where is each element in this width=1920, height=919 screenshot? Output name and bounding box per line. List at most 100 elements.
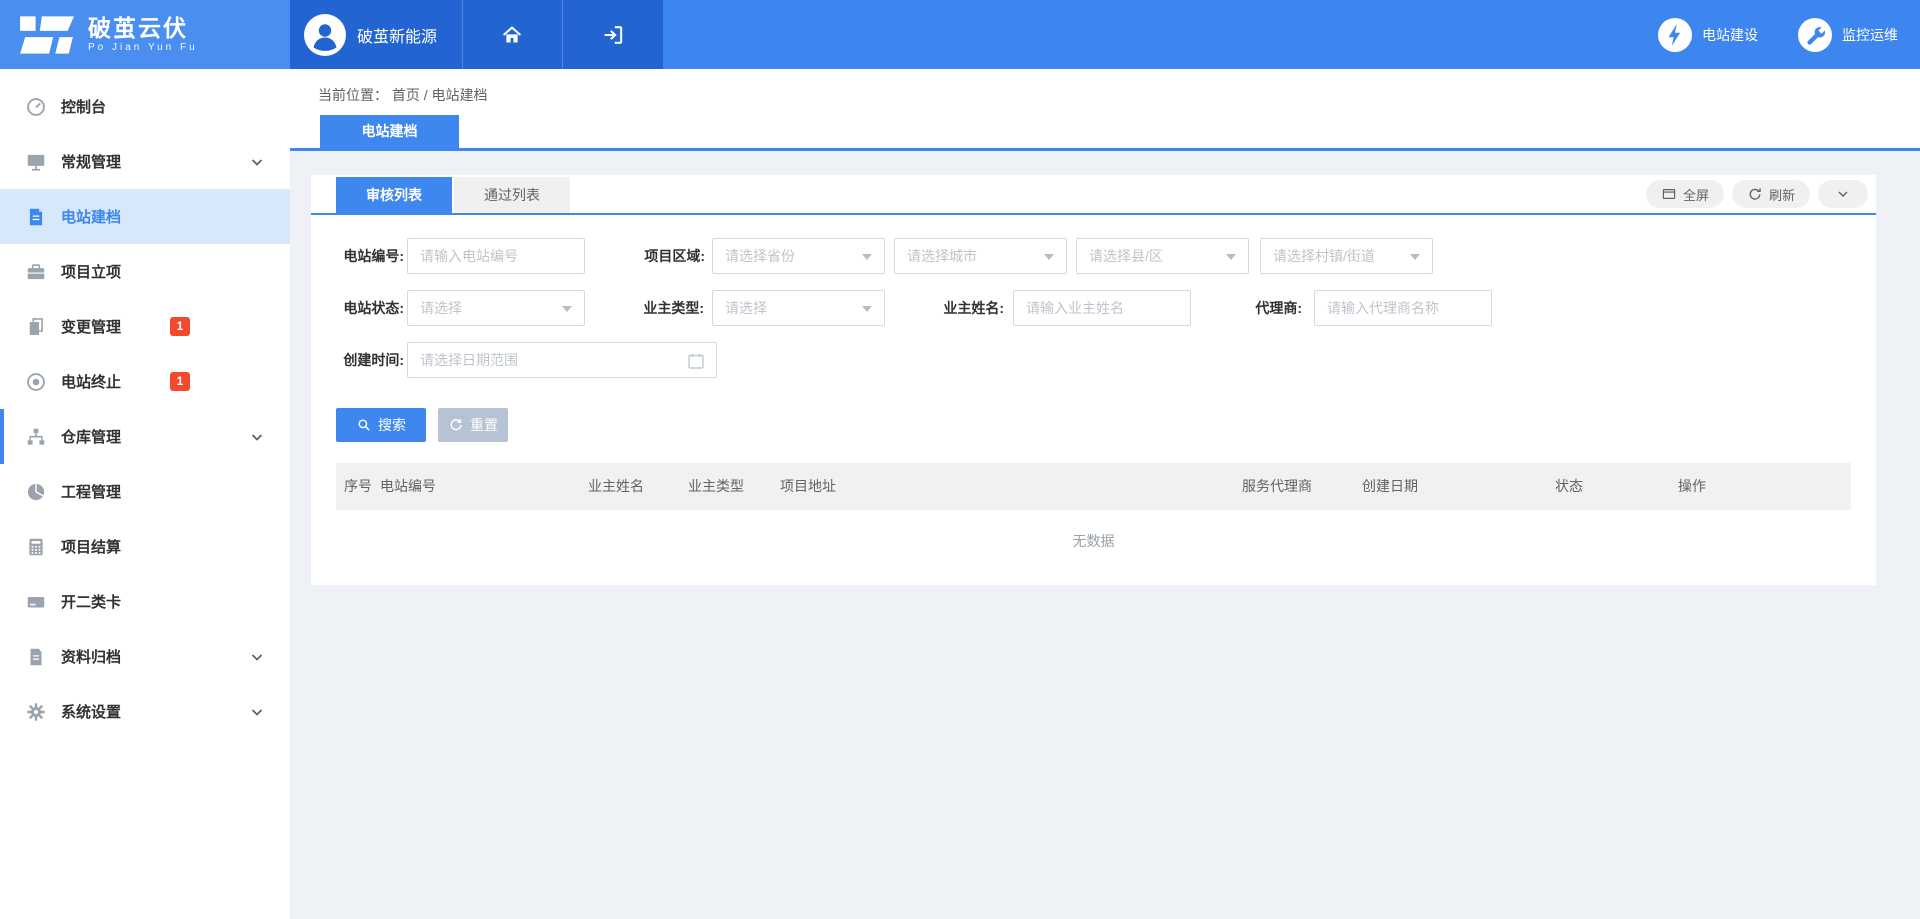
sidebar-item-general-management[interactable]: 常规管理	[0, 134, 290, 189]
card-icon	[25, 591, 47, 613]
monitor-icon	[25, 151, 47, 173]
sidebar-item-label: 开二类卡	[61, 591, 121, 612]
owner-name-label: 业主姓名:	[934, 290, 1004, 326]
module-label: 电站建设	[1702, 25, 1758, 45]
tab-review-list[interactable]: 审核列表	[336, 177, 452, 213]
caret-down-icon	[862, 254, 872, 260]
sidebar-item-label: 项目立项	[61, 261, 121, 282]
column-header-service-agent: 服务代理商	[1242, 463, 1312, 510]
date-range-picker[interactable]: 请选择日期范围	[407, 342, 717, 378]
gear-icon	[25, 701, 47, 723]
owner-type-select[interactable]: 请选择	[712, 290, 885, 326]
panel-tools: 全屏 刷新	[1646, 180, 1868, 208]
archive-icon	[25, 646, 47, 668]
owner-name-input[interactable]	[1013, 290, 1191, 326]
search-label: 搜索	[378, 415, 406, 435]
app-screen: 破茧云伏 Po Jian Yun Fu 破茧新能源	[0, 0, 1920, 919]
caret-down-icon	[562, 306, 572, 312]
column-header-owner-type: 业主类型	[688, 463, 744, 510]
top-header: 破茧云伏 Po Jian Yun Fu 破茧新能源	[0, 0, 1920, 69]
tab-passed-list[interactable]: 通过列表	[454, 177, 570, 213]
refresh-button[interactable]: 刷新	[1732, 180, 1810, 208]
header-modules: 电站建设 监控运维	[1658, 0, 1920, 69]
brand-text: 破茧云伏 Po Jian Yun Fu	[88, 16, 198, 54]
module-station-construction[interactable]: 电站建设	[1658, 18, 1758, 52]
station-status-select[interactable]: 请选择	[407, 290, 585, 326]
dashboard-icon	[25, 96, 47, 118]
sidebar: 控制台 常规管理 电站建档 项目立项 变更管理 1	[0, 69, 290, 919]
sidebar-item-project-settlement[interactable]: 项目结算	[0, 519, 290, 574]
sidebar-item-label: 电站终止	[61, 371, 121, 392]
sidebar-item-label: 项目结算	[61, 536, 121, 557]
list-tabbar: 审核列表 通过列表	[311, 177, 1876, 215]
county-select-placeholder: 请选择县/区	[1077, 239, 1248, 273]
station-code-label: 电站编号:	[336, 238, 404, 274]
sidebar-item-label: 仓库管理	[61, 426, 121, 447]
column-header-created-date: 创建日期	[1362, 463, 1418, 510]
caret-down-icon	[1044, 254, 1054, 260]
chevron-down-icon	[250, 705, 264, 719]
sidebar-item-label: 常规管理	[61, 151, 121, 172]
sidebar-item-label: 工程管理	[61, 481, 121, 502]
sidebar-item-station-termination[interactable]: 电站终止 1	[0, 354, 290, 409]
refresh-icon	[1747, 186, 1763, 202]
county-select[interactable]: 请选择县/区	[1076, 238, 1249, 274]
page-tab-station-filing[interactable]: 电站建档	[320, 115, 459, 148]
reset-button[interactable]: 重置	[438, 408, 508, 442]
brand-title: 破茧云伏	[88, 16, 198, 41]
sidebar-item-open-class2-card[interactable]: 开二类卡	[0, 574, 290, 629]
sidebar-item-project-initiation[interactable]: 项目立项	[0, 244, 290, 299]
copy-icon	[25, 316, 47, 338]
chevron-down-icon	[250, 430, 264, 444]
sidebar-item-data-archive[interactable]: 资料归档	[0, 629, 290, 684]
notification-badge: 1	[170, 317, 190, 336]
sidebar-item-change-management[interactable]: 变更管理 1	[0, 299, 290, 354]
station-status-placeholder: 请选择	[408, 291, 584, 325]
fullscreen-icon	[1661, 186, 1677, 202]
record-icon	[25, 371, 47, 393]
module-label: 监控运维	[1842, 25, 1898, 45]
home-button[interactable]	[462, 0, 563, 69]
chevron-down-icon	[1835, 186, 1851, 202]
header-user-section: 破茧新能源	[290, 0, 663, 69]
brand-logo[interactable]: 破茧云伏 Po Jian Yun Fu	[0, 0, 290, 69]
calculator-icon	[25, 536, 47, 558]
village-select[interactable]: 请选择村镇/街道	[1260, 238, 1433, 274]
chevron-down-icon	[250, 155, 264, 169]
province-select[interactable]: 请选择省份	[712, 238, 885, 274]
sidebar-item-engineering-management[interactable]: 工程管理	[0, 464, 290, 519]
station-code-input[interactable]	[407, 238, 585, 274]
module-monitoring-ops[interactable]: 监控运维	[1798, 18, 1898, 52]
agent-input[interactable]	[1314, 290, 1492, 326]
breadcrumb: 当前位置： 首页 / 电站建档	[318, 85, 488, 105]
breadcrumb-path[interactable]: 首页 / 电站建档	[392, 87, 488, 103]
caret-down-icon	[1410, 254, 1420, 260]
sign-in-icon	[601, 23, 625, 47]
station-filing-panel: 审核列表 通过列表 全屏 刷新 电站编号: 项目区域:	[311, 175, 1876, 585]
notification-badge: 1	[170, 372, 190, 391]
chevron-down-icon	[250, 650, 264, 664]
created-time-label: 创建时间:	[336, 342, 404, 378]
column-header-station-code: 电站编号	[380, 463, 436, 510]
search-button[interactable]: 搜索	[336, 408, 426, 442]
logout-button[interactable]	[562, 0, 663, 69]
column-header-project-address: 项目地址	[780, 463, 836, 510]
avatar	[304, 14, 346, 56]
lightning-icon	[1658, 18, 1692, 52]
collapse-button[interactable]	[1818, 180, 1868, 208]
fullscreen-button[interactable]: 全屏	[1646, 180, 1724, 208]
sidebar-item-warehouse-management[interactable]: 仓库管理	[0, 409, 290, 464]
briefcase-icon	[25, 261, 47, 283]
village-select-placeholder: 请选择村镇/街道	[1261, 239, 1432, 273]
home-icon	[500, 23, 524, 47]
sidebar-item-system-settings[interactable]: 系统设置	[0, 684, 290, 739]
caret-down-icon	[862, 306, 872, 312]
company-name: 破茧新能源	[357, 23, 437, 47]
main-content: 当前位置： 首页 / 电站建档 电站建档 审核列表 通过列表 全屏 刷新	[290, 69, 1920, 919]
city-select[interactable]: 请选择城市	[894, 238, 1067, 274]
province-select-placeholder: 请选择省份	[713, 239, 884, 273]
table-empty-state: 无数据	[336, 510, 1851, 572]
sidebar-item-station-filing[interactable]: 电站建档	[0, 189, 290, 244]
user-profile[interactable]: 破茧新能源	[290, 0, 462, 69]
sidebar-item-console[interactable]: 控制台	[0, 79, 290, 134]
